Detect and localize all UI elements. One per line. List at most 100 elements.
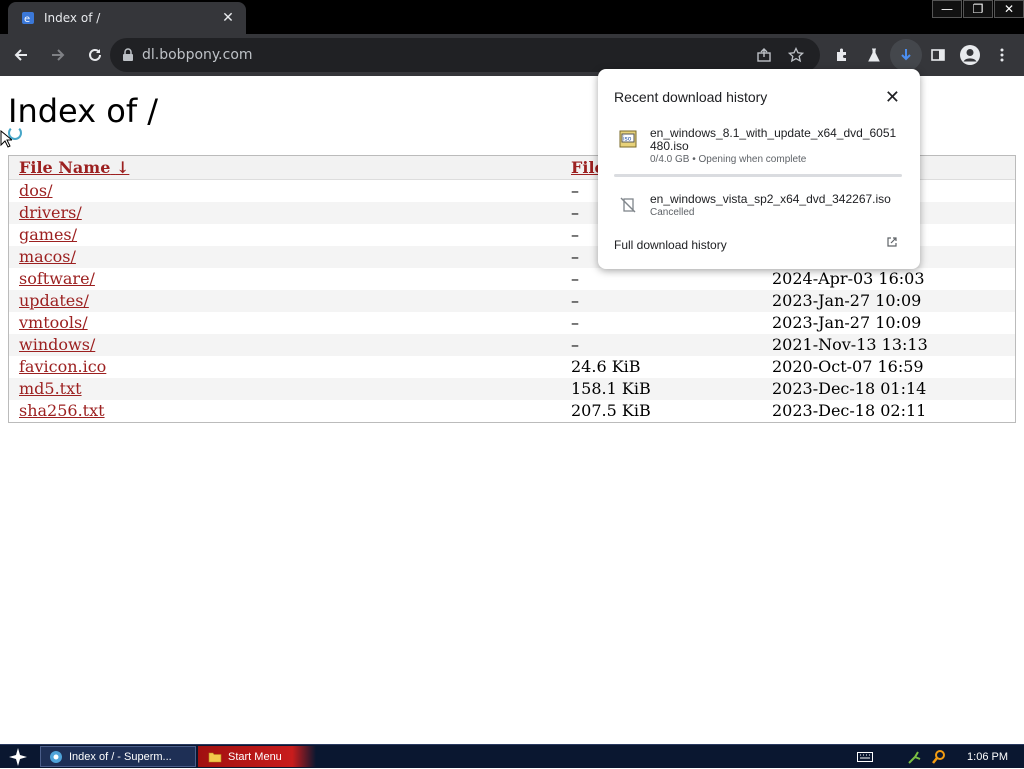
close-window-button[interactable]: ✕ bbox=[994, 0, 1024, 18]
file-size-cell: 158.1 KiB bbox=[561, 377, 762, 400]
file-link[interactable]: games/ bbox=[19, 225, 77, 244]
cancelled-download-icon bbox=[620, 197, 636, 213]
menu-button[interactable] bbox=[986, 39, 1018, 71]
svg-text:iso: iso bbox=[623, 136, 632, 143]
tab-close-icon[interactable]: ✕ bbox=[220, 10, 236, 26]
table-row: software/ – 2024-Apr-03 16:03 bbox=[9, 268, 1015, 290]
table-row: md5.txt 158.1 KiB 2023-Dec-18 01:14 bbox=[9, 377, 1015, 400]
flask-icon bbox=[868, 48, 880, 62]
file-size-cell: 24.6 KiB bbox=[571, 357, 641, 376]
puzzle-icon bbox=[837, 48, 846, 61]
downloads-button[interactable] bbox=[890, 39, 922, 71]
labs-button[interactable] bbox=[858, 39, 890, 71]
table-row: windows/ –2021-Nov-13 13:13 bbox=[9, 333, 1015, 356]
url-text[interactable]: dl.bobpony.com bbox=[142, 47, 253, 63]
file-date-cell: 2021-Nov-13 13:13 bbox=[762, 333, 1015, 356]
tab-title: Index of / bbox=[44, 11, 101, 25]
file-name-cell: md5.txt bbox=[9, 377, 561, 400]
profile-button[interactable] bbox=[954, 39, 986, 71]
forward-button[interactable] bbox=[42, 39, 74, 71]
start-menu-button[interactable]: Start Menu bbox=[198, 746, 316, 767]
browser-tabstrip: e Index of / ✕ — ❐ ✕ bbox=[0, 0, 1024, 34]
file-size-cell: – bbox=[561, 289, 762, 312]
share-button[interactable] bbox=[748, 39, 780, 71]
maximize-button[interactable]: ❐ bbox=[963, 0, 993, 18]
file-name-cell: windows/ bbox=[9, 333, 561, 356]
folder-icon bbox=[208, 752, 222, 762]
download-progress-bar bbox=[614, 174, 902, 177]
minimize-button[interactable]: — bbox=[932, 0, 962, 18]
file-date-cell: 2020-Oct-07 16:59 bbox=[772, 357, 924, 376]
file-link[interactable]: sha256.txt bbox=[19, 401, 105, 420]
start-button[interactable] bbox=[0, 745, 36, 769]
file-size-cell: – bbox=[571, 269, 579, 288]
sort-arrow-icon: ↓ bbox=[115, 158, 130, 177]
table-row: vmtools/ – 2023-Jan-27 10:09 bbox=[9, 312, 1015, 334]
file-link[interactable]: software/ bbox=[19, 269, 95, 288]
address-bar[interactable]: dl.bobpony.com bbox=[110, 38, 820, 72]
file-link[interactable]: macos/ bbox=[19, 247, 76, 266]
download-bubble-close-icon[interactable]: ✕ bbox=[885, 87, 900, 108]
taskbar-window-label: Index of / - Superm... bbox=[69, 750, 172, 763]
reload-button[interactable] bbox=[79, 39, 111, 71]
keyboard-icon[interactable] bbox=[855, 747, 875, 767]
page-title: Index of / bbox=[8, 92, 159, 130]
share-icon bbox=[757, 48, 771, 62]
extensions-button[interactable] bbox=[826, 39, 858, 71]
window-controls: — ❐ ✕ bbox=[931, 0, 1024, 18]
file-name-cell: drivers/ bbox=[9, 201, 561, 224]
download-status: 0/4.0 GB • Opening when complete bbox=[650, 154, 807, 165]
file-name-cell: dos/ bbox=[9, 180, 561, 202]
table-row: favicon.ico 24.6 KiB 2020-Oct-07 16:59 bbox=[9, 356, 1015, 378]
reload-icon bbox=[89, 48, 101, 61]
side-panel-button[interactable] bbox=[922, 39, 954, 71]
header-file-name: File Name ↓ bbox=[9, 156, 561, 180]
full-download-history-link[interactable]: Full download history bbox=[614, 238, 727, 252]
file-link[interactable]: vmtools/ bbox=[19, 313, 88, 332]
file-link[interactable]: windows/ bbox=[19, 335, 95, 354]
file-size-cell: 207.5 KiB bbox=[571, 401, 651, 420]
file-size-cell: – bbox=[571, 313, 579, 332]
toolbar-actions bbox=[826, 38, 1018, 72]
file-name-cell: games/ bbox=[9, 224, 561, 246]
file-date-cell: 2023-Dec-18 01:14 bbox=[762, 377, 1015, 400]
svg-text:e: e bbox=[24, 14, 30, 25]
file-date-cell: 2023-Jan-27 10:09 bbox=[772, 313, 922, 332]
taskbar-browser-window[interactable]: Index of / - Superm... bbox=[40, 746, 196, 767]
back-button[interactable] bbox=[5, 39, 37, 71]
file-link[interactable]: md5.txt bbox=[19, 379, 82, 398]
download-filename: en_windows_vista_sp2_x64_dvd_342267.iso bbox=[650, 192, 891, 206]
download-status: Cancelled bbox=[650, 207, 695, 218]
search-icon[interactable] bbox=[929, 747, 949, 767]
tab-index-of[interactable]: e Index of / ✕ bbox=[8, 2, 246, 34]
start-star-icon bbox=[9, 747, 27, 766]
download-bubble-title: Recent download history bbox=[614, 89, 768, 105]
download-filename: en_windows_8.1_with_update_x64_dvd_60514… bbox=[650, 126, 897, 153]
file-size-cell: – bbox=[561, 333, 762, 356]
lock-icon bbox=[123, 48, 133, 61]
file-date-cell: 2023-Dec-18 02:11 bbox=[772, 401, 927, 420]
mouse-cursor-icon bbox=[0, 130, 12, 148]
side-panel-icon bbox=[931, 49, 945, 61]
file-link[interactable]: updates/ bbox=[19, 291, 89, 310]
forward-arrow-icon bbox=[52, 49, 65, 61]
file-name-cell: sha256.txt bbox=[9, 400, 561, 422]
bookmark-button[interactable] bbox=[780, 39, 812, 71]
back-arrow-icon bbox=[14, 49, 27, 61]
external-link-icon[interactable] bbox=[886, 236, 898, 248]
star-icon bbox=[788, 47, 804, 63]
file-name-cell: macos/ bbox=[9, 245, 561, 268]
network-icon[interactable] bbox=[905, 747, 925, 767]
file-date-cell: 2023-Jan-27 10:09 bbox=[762, 289, 1015, 312]
file-name-cell: vmtools/ bbox=[9, 312, 561, 334]
sort-by-name-link[interactable]: File Name ↓ bbox=[19, 158, 129, 177]
kebab-menu-icon bbox=[1000, 48, 1004, 62]
iso-file-icon: iso bbox=[619, 130, 637, 148]
profile-avatar-icon bbox=[960, 45, 980, 65]
file-link[interactable]: favicon.ico bbox=[19, 357, 106, 376]
file-name-cell: favicon.ico bbox=[9, 356, 561, 378]
page-favicon-icon: e bbox=[20, 10, 36, 26]
file-link[interactable]: dos/ bbox=[19, 181, 52, 200]
table-row: sha256.txt 207.5 KiB 2023-Dec-18 02:11 bbox=[9, 400, 1015, 422]
file-link[interactable]: drivers/ bbox=[19, 203, 82, 222]
